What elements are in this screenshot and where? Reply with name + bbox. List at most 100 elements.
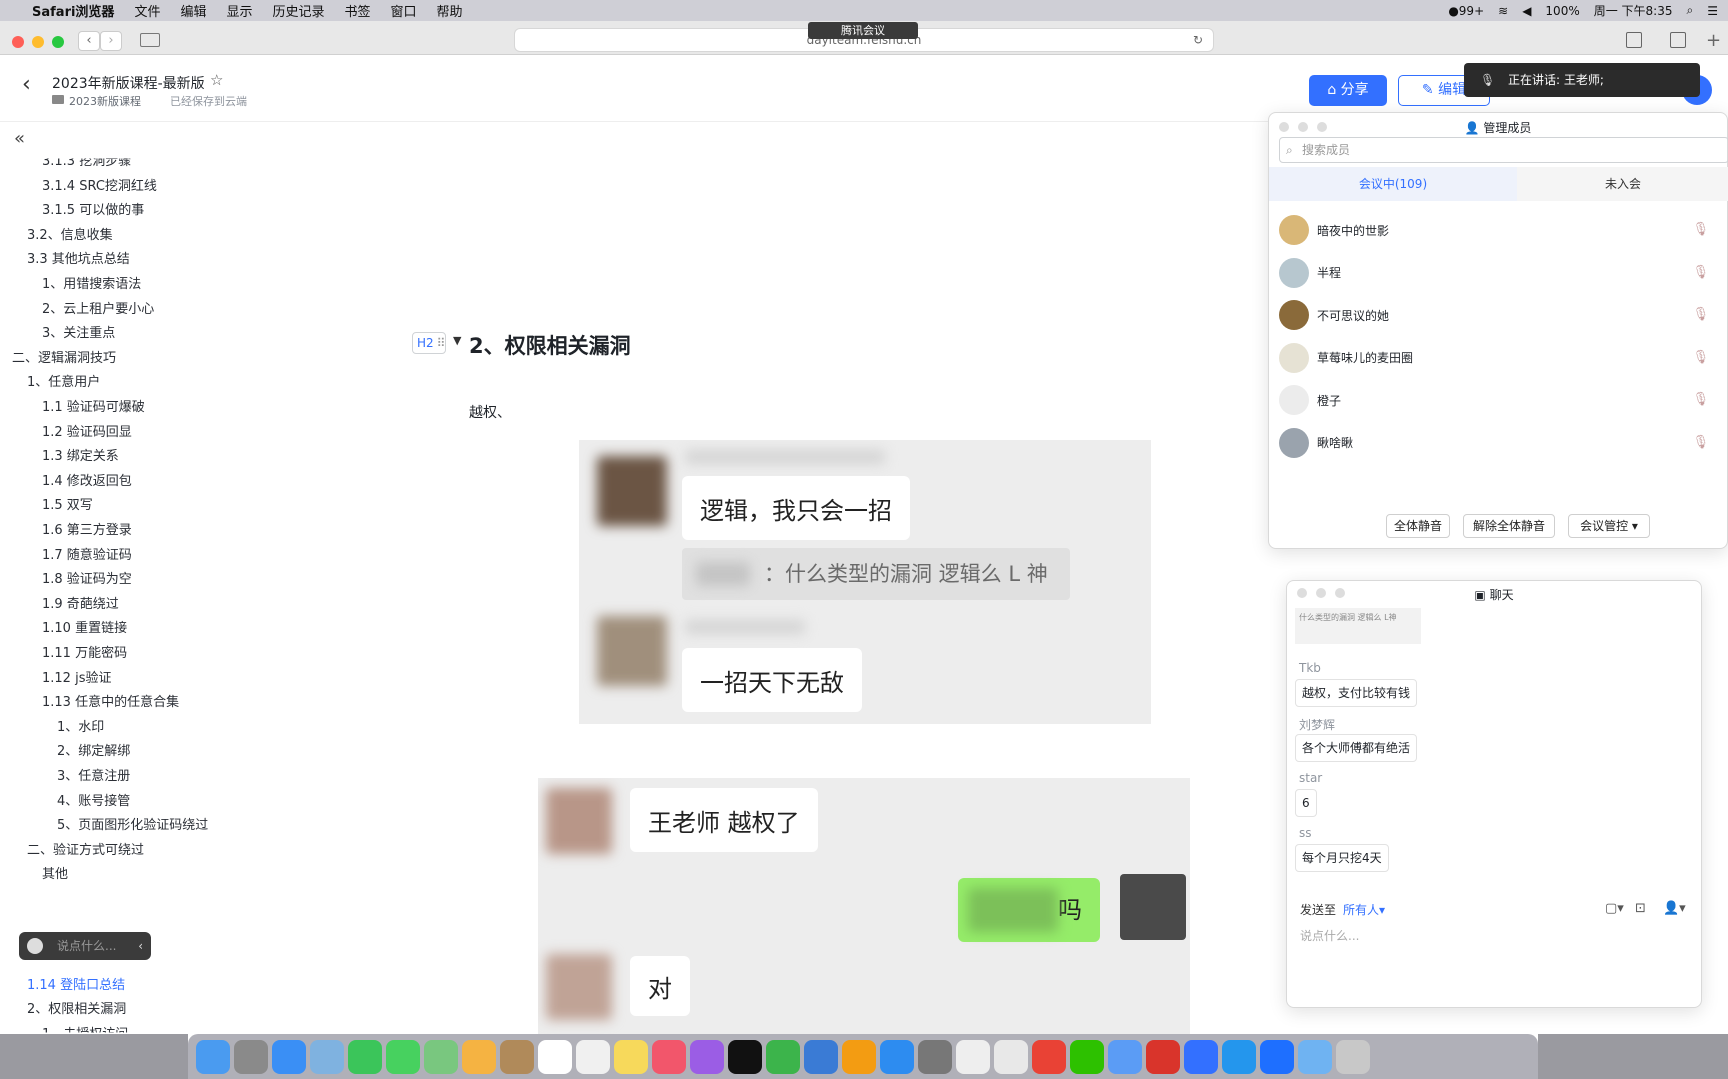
baidu-netdisk-icon[interactable]	[1108, 1039, 1142, 1074]
wechat-icon[interactable]	[1070, 1039, 1104, 1074]
toc-item[interactable]: 1.9 奇葩绕过	[42, 593, 119, 612]
volume-icon[interactable]: ◀	[1522, 4, 1531, 18]
toc-item[interactable]: 3.1.5 可以做的事	[42, 199, 144, 218]
system-preferences-icon[interactable]	[918, 1039, 952, 1074]
chevron-left-icon[interactable]: ‹	[138, 932, 143, 960]
chat-image-preview[interactable]: 什么类型的漏洞 逻辑么 L神	[1295, 608, 1421, 644]
back-arrow-icon[interactable]: ‹	[22, 72, 31, 97]
toc-item[interactable]: 3、关注重点	[42, 322, 115, 341]
chat-message[interactable]: 每个月只挖4天	[1295, 844, 1389, 872]
textedit-icon[interactable]	[956, 1039, 990, 1074]
podcasts-icon[interactable]	[690, 1039, 724, 1074]
toc-item[interactable]: 1.8 验证码为空	[42, 568, 132, 587]
battery-text[interactable]: 100%	[1545, 4, 1579, 18]
toc-item[interactable]: 1.5 双写	[42, 494, 93, 513]
meeting-control-button[interactable]: 会议管控 ▾	[1568, 514, 1650, 538]
toc-item[interactable]: 1.4 修改返回包	[42, 470, 132, 489]
contacts-icon[interactable]	[500, 1039, 534, 1074]
toc-item[interactable]: 1、未授权访问	[42, 1023, 128, 1033]
java-icon[interactable]	[994, 1039, 1028, 1074]
toc-item[interactable]: 二、验证方式可绕过	[27, 839, 144, 858]
toc-item[interactable]: 1、用错搜索语法	[42, 273, 141, 292]
tencent-meeting-icon[interactable]	[1260, 1039, 1294, 1074]
toc-item[interactable]: 1.12 js验证	[42, 667, 111, 686]
preview-icon[interactable]	[310, 1039, 344, 1074]
finder-icon[interactable]	[196, 1039, 230, 1074]
launchpad-icon[interactable]	[234, 1039, 268, 1074]
close-window-button[interactable]	[12, 36, 24, 48]
share-page-icon[interactable]	[1626, 32, 1642, 48]
forward-nav-button[interactable]: ›	[100, 31, 122, 51]
minimize-window-button[interactable]	[32, 36, 44, 48]
member-row[interactable]: 不可思议的她 🎙	[1279, 294, 1719, 336]
toc-item[interactable]: 1.10 重置链接	[42, 617, 127, 636]
member-row[interactable]: 橙子 🎙	[1279, 379, 1719, 421]
toc-item[interactable]: 1.11 万能密码	[42, 642, 127, 661]
toc-item[interactable]: 3.2、信息收集	[27, 224, 113, 243]
zoom-window-button[interactable]	[52, 36, 64, 48]
messages-icon[interactable]	[386, 1039, 420, 1074]
pages-icon[interactable]	[842, 1039, 876, 1074]
mini-input[interactable]: 说点什么... ‹	[19, 932, 151, 960]
reload-icon[interactable]: ↻	[1193, 29, 1203, 51]
file-icon[interactable]: ▢▾	[1605, 901, 1624, 916]
toc-item[interactable]: 5、页面图形化验证码绕过	[57, 814, 208, 833]
menu-help[interactable]: 帮助	[437, 1, 463, 20]
mic-muted-icon[interactable]: 🎙	[1692, 392, 1709, 407]
member-row[interactable]: 草莓味儿的麦田圈 🎙	[1279, 337, 1719, 379]
mic-muted-icon[interactable]: 🎙	[1692, 222, 1709, 237]
trash-icon[interactable]	[1336, 1039, 1370, 1074]
toc-item[interactable]: 2、绑定解绑	[57, 740, 130, 759]
toc-item[interactable]: 1、水印	[57, 716, 104, 735]
clock[interactable]: 周一 下午8:35	[1594, 2, 1673, 19]
menu-file[interactable]: 文件	[134, 1, 160, 20]
menu-bookmarks[interactable]: 书签	[345, 1, 371, 20]
wifi-icon[interactable]: ≋	[1498, 4, 1508, 18]
toc-item[interactable]: 3、任意注册	[57, 765, 130, 784]
member-row[interactable]: 暗夜中的世影 🎙	[1279, 209, 1719, 251]
photos-icon[interactable]	[462, 1039, 496, 1074]
calendar-icon[interactable]	[538, 1039, 572, 1074]
control-center-icon[interactable]: ☰	[1707, 4, 1718, 18]
chat-screenshot-image[interactable]: 逻辑，我只会一招 ：什么类型的漏洞 逻辑么 L 神 一招天下无敌	[579, 440, 1151, 724]
toc-item[interactable]: 3.3 其他坑点总结	[27, 248, 130, 267]
menu-app[interactable]: Safari浏览器	[32, 1, 114, 20]
emoji-icon[interactable]	[27, 938, 43, 954]
music-icon[interactable]	[652, 1039, 686, 1074]
chrome-icon[interactable]	[1032, 1039, 1066, 1074]
heading-level-badge[interactable]: H2 ⠿	[412, 332, 446, 354]
tv-icon[interactable]	[728, 1039, 762, 1074]
member-row[interactable]: 瞅啥瞅 🎙	[1279, 422, 1719, 464]
member-search-input[interactable]: ⌕ 搜索成员	[1279, 137, 1728, 163]
reminders-icon[interactable]	[576, 1039, 610, 1074]
chat-message[interactable]: 各个大师傅都有绝活	[1295, 734, 1418, 762]
toc-item[interactable]: 3.1.4 SRC挖洞红线	[42, 175, 157, 194]
screenshot-icon[interactable]: ⊡	[1635, 901, 1646, 916]
toc-item[interactable]: 3.1.3 挖洞步骤	[42, 159, 131, 169]
toc-item[interactable]: 1、任意用户	[27, 371, 100, 390]
tab-not-joined[interactable]: 未入会	[1517, 167, 1728, 201]
toc-item[interactable]: 1.13 任意中的任意合集	[42, 691, 179, 710]
star-icon[interactable]: ☆	[210, 71, 223, 89]
toc-item[interactable]: 1.7 随意验证码	[42, 544, 132, 563]
drag-handle-icon[interactable]: ⠿	[437, 336, 446, 350]
menu-history[interactable]: 历史记录	[272, 1, 324, 20]
chat-screenshot-image[interactable]: 王老师 越权了 吗 对	[538, 778, 1190, 1034]
meeting-badge[interactable]: 腾讯会议	[808, 22, 918, 39]
toc-item-active[interactable]: 1.14 登陆口总结	[27, 974, 125, 993]
menu-view[interactable]: 显示	[226, 1, 252, 20]
menu-window[interactable]: 窗口	[391, 1, 417, 20]
docker-icon[interactable]	[1222, 1039, 1256, 1074]
toc-item[interactable]: 1.6 第三方登录	[42, 519, 132, 538]
notes-icon[interactable]	[614, 1039, 648, 1074]
mic-muted-icon[interactable]: 🎙	[1692, 307, 1709, 322]
share-button[interactable]: ⌂ 分享	[1309, 75, 1387, 106]
wechat-status-icon[interactable]: ●99+	[1448, 4, 1484, 18]
doc-title[interactable]: 2023年新版课程-最新版	[52, 73, 205, 93]
collapse-caret-icon[interactable]: ▼	[453, 334, 461, 347]
chat-message[interactable]: 越权，支付比较有钱	[1295, 679, 1418, 707]
safari-icon[interactable]	[272, 1039, 306, 1074]
sidebar-toggle-icon[interactable]	[140, 33, 160, 47]
toc-item[interactable]: 其他	[42, 863, 68, 882]
search-icon[interactable]: ⌕	[1687, 3, 1694, 18]
